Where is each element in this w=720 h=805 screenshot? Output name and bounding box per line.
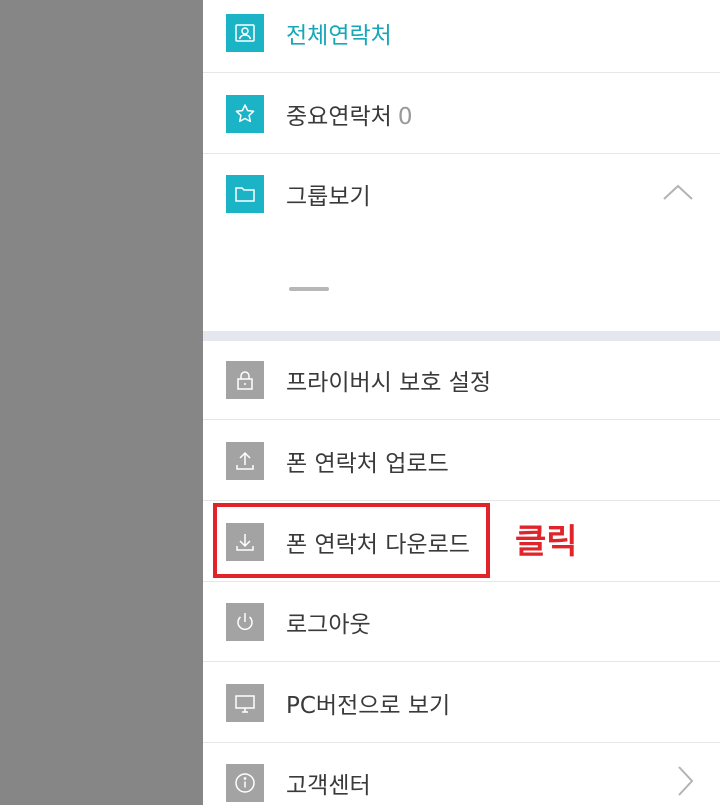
menu-item-label: PC버전으로 보기 bbox=[286, 692, 451, 719]
star-icon bbox=[226, 94, 264, 133]
menu-item-all-contacts[interactable]: 전체연락처 bbox=[203, 0, 720, 73]
info-icon bbox=[226, 764, 264, 802]
highlight-box bbox=[213, 503, 490, 578]
upload-icon bbox=[226, 441, 264, 480]
group-list-empty-indicator bbox=[289, 287, 329, 291]
menu-item-text: 중요연락처 bbox=[286, 103, 392, 130]
menu-item-important-contacts[interactable]: 중요연락처 0 bbox=[203, 74, 720, 154]
menu-item-groups[interactable]: 그룹보기 bbox=[203, 154, 720, 234]
important-count: 0 bbox=[397, 103, 413, 130]
menu-item-customer-center[interactable]: 고객센터 bbox=[203, 743, 720, 805]
contacts-icon bbox=[226, 13, 264, 52]
menu-item-privacy-settings[interactable]: 프라이버시 보호 설정 bbox=[203, 340, 720, 420]
menu-item-upload-contacts[interactable]: 폰 연락처 업로드 bbox=[203, 421, 720, 501]
menu-item-label: 전체연락처 bbox=[286, 22, 392, 49]
menu-item-label: 폰 연락처 업로드 bbox=[286, 450, 449, 477]
chevron-up-icon[interactable] bbox=[662, 183, 694, 205]
menu-item-label: 중요연락처 0 bbox=[286, 97, 412, 131]
side-menu-drawer: 전체연락처 중요연락처0 그룹보기 프라이버시 보호 설정 폰 연락처 업로드 bbox=[203, 0, 720, 805]
menu-item-label: 로그아웃 bbox=[286, 611, 371, 638]
menu-item-label: 고객센터 bbox=[286, 773, 371, 799]
monitor-icon bbox=[226, 683, 264, 722]
chevron-right-icon[interactable] bbox=[676, 765, 694, 801]
power-icon bbox=[226, 602, 264, 641]
click-callout: 클릭 bbox=[515, 522, 578, 562]
drawer-backdrop[interactable] bbox=[0, 0, 203, 805]
lock-icon bbox=[226, 360, 264, 399]
menu-item-label: 프라이버시 보호 설정 bbox=[286, 369, 492, 396]
menu-item-pc-version[interactable]: PC버전으로 보기 bbox=[203, 663, 720, 743]
menu-item-logout[interactable]: 로그아웃 bbox=[203, 582, 720, 662]
menu-item-label: 그룹보기 bbox=[286, 184, 371, 210]
folder-icon bbox=[226, 175, 264, 213]
